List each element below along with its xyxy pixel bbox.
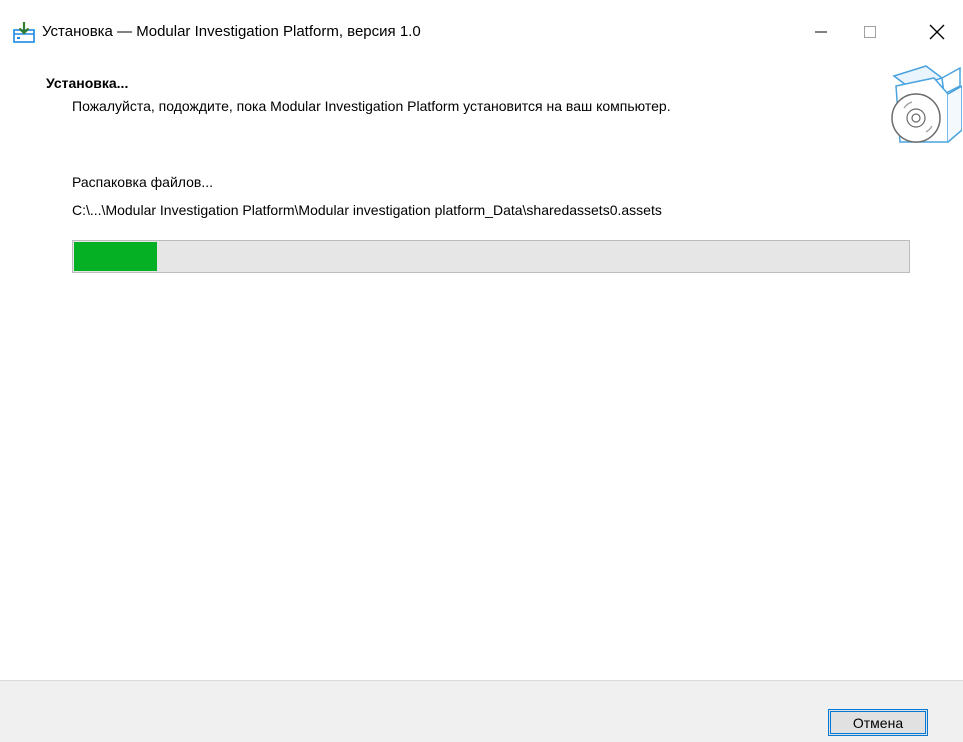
installer-window: Установка — Modular Investigation Platfo…: [0, 0, 963, 742]
close-button[interactable]: [914, 12, 960, 52]
installer-icon: [12, 20, 36, 44]
title-bar[interactable]: Установка — Modular Investigation Platfo…: [0, 0, 963, 64]
button-bar: Отмена: [0, 680, 963, 742]
wizard-header: Установка... Пожалуйста, подождите, пока…: [0, 64, 963, 154]
status-label: Распаковка файлов...: [72, 174, 213, 190]
current-file-path: C:\...\Modular Investigation Platform\Mo…: [72, 202, 662, 218]
page-subtitle: Пожалуйста, подождите, пока Modular Inve…: [72, 98, 671, 114]
maximize-button[interactable]: [847, 12, 893, 52]
minimize-button[interactable]: [798, 12, 844, 52]
page-title: Установка...: [46, 75, 129, 91]
progress-page: Распаковка файлов... C:\...\Modular Inve…: [0, 154, 963, 680]
minimize-icon: [815, 31, 827, 33]
progress-bar-fill: [74, 242, 157, 271]
cancel-button[interactable]: Отмена: [828, 709, 928, 736]
maximize-icon: [864, 26, 876, 38]
progress-bar: [72, 240, 910, 273]
close-icon: [929, 24, 945, 40]
software-box-icon: [886, 64, 963, 144]
window-title: Установка — Modular Investigation Platfo…: [42, 23, 421, 40]
